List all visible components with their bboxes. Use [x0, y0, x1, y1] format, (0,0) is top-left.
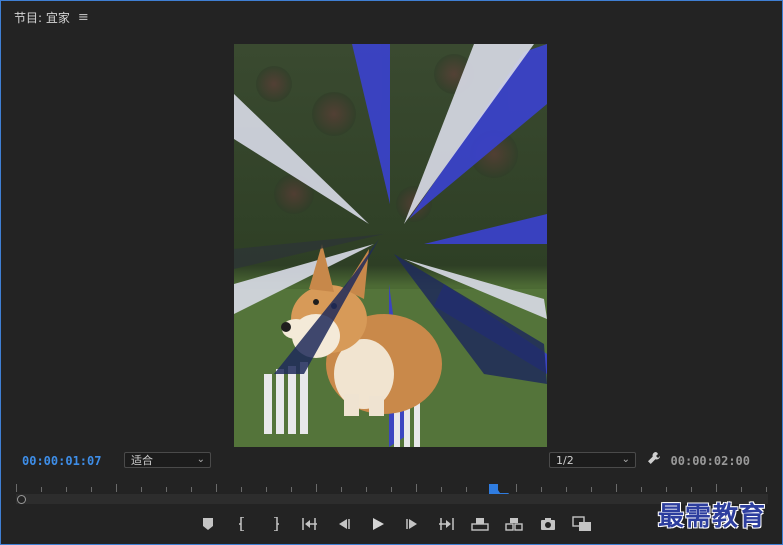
- panel-header: 节目: 宜家 ≡: [14, 8, 89, 26]
- ruler-tick: [441, 487, 442, 492]
- ruler-tick: [616, 484, 617, 492]
- ruler-tick: [591, 487, 592, 492]
- fit-select-value: 适合: [131, 454, 153, 467]
- video-preview: [234, 44, 547, 447]
- ruler-tick: [566, 487, 567, 492]
- ruler-tick: [166, 487, 167, 492]
- ruler-tick: [516, 484, 517, 492]
- ruler-tick: [666, 487, 667, 492]
- lift-icon: [470, 518, 489, 531]
- time-ruler[interactable]: [16, 480, 768, 492]
- ruler-tick: [766, 487, 767, 492]
- camera-icon: [540, 518, 555, 530]
- play-icon: [372, 518, 384, 530]
- ruler-tick: [66, 487, 67, 492]
- hamburger-menu-icon[interactable]: ≡: [78, 10, 89, 25]
- ruler-tick: [291, 487, 292, 492]
- comparison-view-button[interactable]: [570, 514, 593, 534]
- current-timecode[interactable]: 00:00:01:07: [22, 454, 101, 468]
- ruler-tick: [691, 487, 692, 492]
- ruler-tick: [141, 487, 142, 492]
- ruler-tick: [716, 484, 717, 492]
- mark-in-icon: [238, 517, 244, 531]
- ruler-tick: [366, 487, 367, 492]
- ruler-tick: [416, 484, 417, 492]
- ruler-tick: [741, 487, 742, 492]
- wrench-icon[interactable]: [647, 451, 661, 469]
- comparison-icon: [571, 516, 591, 531]
- go-to-in-icon: [301, 518, 317, 530]
- step-forward-button[interactable]: [400, 514, 423, 534]
- panel-title[interactable]: 节目: 宜家: [14, 9, 70, 26]
- ruler-tick: [541, 487, 542, 492]
- ruler-tick: [241, 487, 242, 492]
- marker-icon: [202, 518, 213, 530]
- step-back-icon: [338, 519, 350, 529]
- ruler-tick: [316, 484, 317, 492]
- go-to-out-button[interactable]: [434, 514, 457, 534]
- export-frame-button[interactable]: [536, 514, 559, 534]
- transport-controls: [196, 514, 604, 534]
- resolution-select[interactable]: 1/2 ⌄: [549, 452, 636, 468]
- go-to-out-icon: [438, 518, 454, 530]
- ruler-tick: [641, 487, 642, 492]
- ruler-tick: [191, 487, 192, 492]
- ruler-tick: [266, 487, 267, 492]
- play-button[interactable]: [366, 514, 389, 534]
- mark-out-icon: [273, 517, 279, 531]
- ruler-tick: [91, 487, 92, 492]
- playhead[interactable]: [487, 481, 509, 496]
- chevron-down-icon: ⌄: [621, 454, 630, 465]
- zoom-scrollbar[interactable]: [16, 494, 768, 504]
- zoom-handle[interactable]: [17, 495, 26, 504]
- add-marker-button[interactable]: [196, 514, 219, 534]
- fit-select[interactable]: 适合 ⌄: [124, 452, 211, 468]
- watermark-logo: 最需教育: [658, 502, 767, 532]
- ruler-tick: [216, 484, 217, 492]
- extract-button[interactable]: [502, 514, 525, 534]
- mark-in-button[interactable]: [230, 514, 253, 534]
- ruler-tick: [466, 487, 467, 492]
- step-back-button[interactable]: [332, 514, 355, 534]
- go-to-in-button[interactable]: [298, 514, 321, 534]
- resolution-select-value: 1/2: [556, 453, 574, 467]
- duration-timecode: 00:00:02:00: [670, 454, 750, 468]
- mark-out-button[interactable]: [264, 514, 287, 534]
- ruler-tick: [16, 484, 17, 492]
- ruler-tick: [116, 484, 117, 492]
- ruler-tick: [341, 487, 342, 492]
- video-frame: [234, 44, 547, 447]
- lift-button[interactable]: [468, 514, 491, 534]
- extract-icon: [504, 518, 523, 531]
- step-forward-icon: [405, 519, 417, 529]
- ruler-tick: [41, 487, 42, 492]
- chevron-down-icon: ⌄: [196, 454, 205, 465]
- ruler-tick: [391, 487, 392, 492]
